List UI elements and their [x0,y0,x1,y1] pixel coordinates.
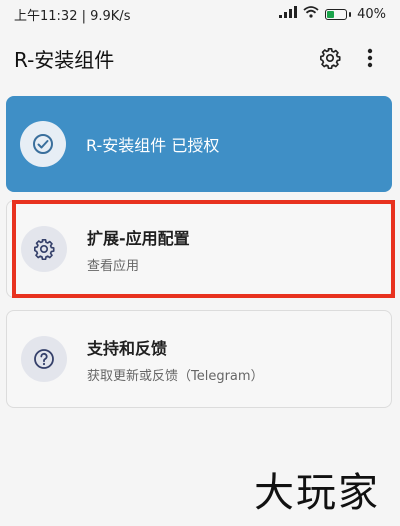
status-icons: 40% [279,6,386,22]
status-bar: 上午11:32 | 9.9K/s 40% [0,0,400,28]
support-icon-circle [21,336,67,382]
more-vertical-icon [367,48,373,68]
battery-icon [325,8,352,20]
status-icon-circle [20,121,66,167]
extension-app-config-card[interactable]: 扩展-应用配置 查看应用 [6,200,392,298]
gear-icon [34,239,55,260]
settings-button[interactable] [314,42,346,74]
extension-card-title: 扩展-应用配置 [87,228,190,248]
signal-icon [279,6,298,22]
app-bar: R-安装组件 [0,36,400,80]
extension-icon-circle [21,226,67,272]
authorized-status-text: R-安装组件 已授权 [86,136,220,155]
help-circle-icon [34,349,54,369]
watermark-text: 大玩家 [254,470,380,516]
wifi-icon [303,6,319,22]
extension-card-subtitle: 查看应用 [87,258,140,274]
support-card-title: 支持和反馈 [87,338,168,358]
support-feedback-card[interactable]: 支持和反馈 获取更新或反馈（Telegram） [6,310,392,408]
support-card-subtitle: 获取更新或反馈（Telegram） [87,368,264,384]
authorized-card[interactable]: R-安装组件 已授权 [6,96,392,192]
app-title: R-安装组件 [14,47,115,72]
check-circle-icon [33,134,53,154]
more-options-button[interactable] [354,42,386,74]
gear-icon [320,48,341,69]
status-time-speed: 上午11:32 | 9.9K/s [14,8,131,24]
battery-percent: 40% [357,6,386,22]
